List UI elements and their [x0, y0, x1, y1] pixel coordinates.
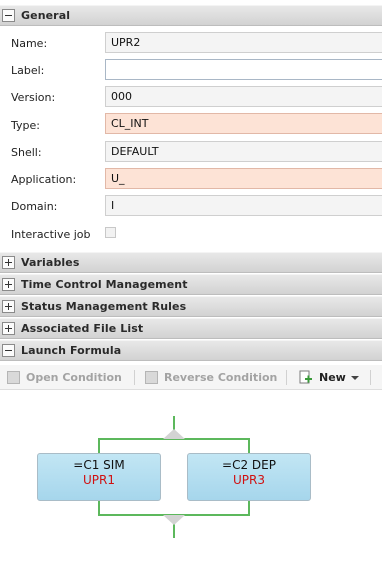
or-join-top-icon — [163, 429, 185, 439]
node-1-job: UPR1 — [83, 473, 115, 487]
formula-node-2[interactable]: =C2 DEP UPR3 — [187, 453, 311, 501]
node-2-job: UPR3 — [233, 473, 265, 487]
or-join-bottom-icon — [163, 515, 185, 525]
node-1-condition: =C1 SIM — [73, 458, 125, 472]
node-2-condition: =C2 DEP — [222, 458, 276, 472]
formula-node-1[interactable]: =C1 SIM UPR1 — [37, 453, 161, 501]
